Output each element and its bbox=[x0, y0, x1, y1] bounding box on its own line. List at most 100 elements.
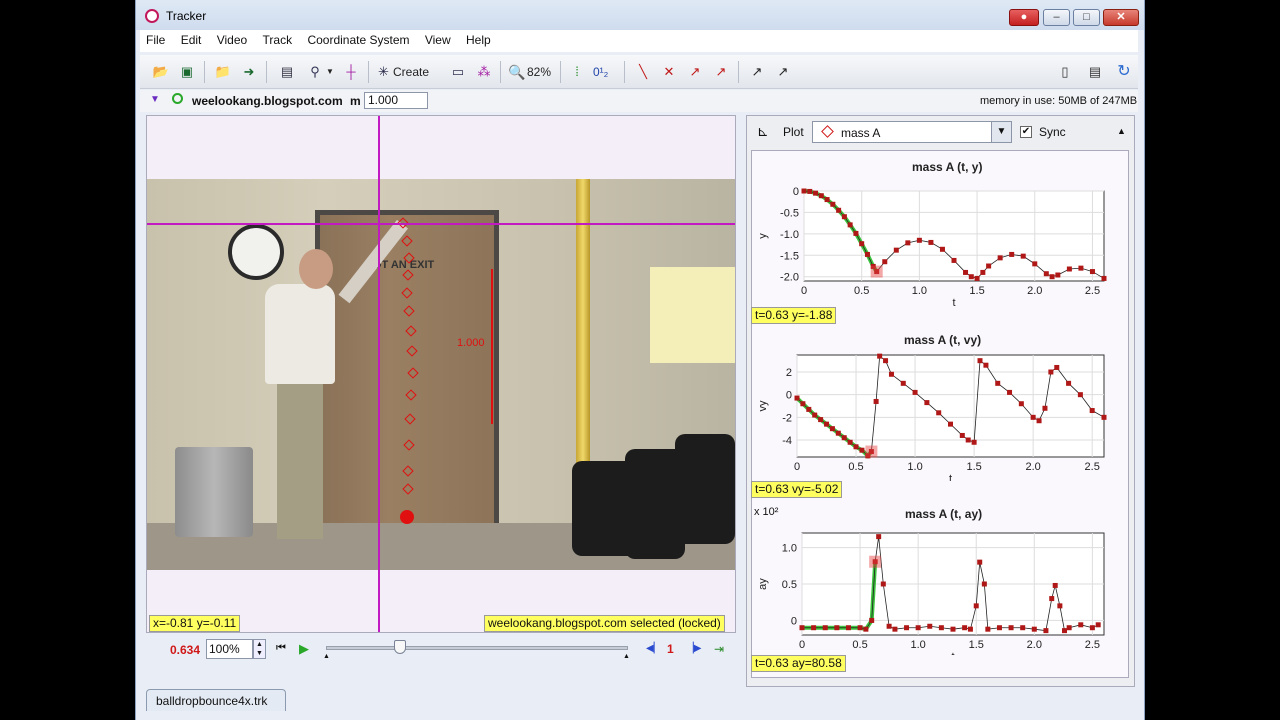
axes-icon[interactable]: ⚲ bbox=[306, 63, 324, 81]
plot-vy-vs-t[interactable]: 0 0.5 1.0 1.5 2.0 2.5 2 0 -2 -4 t vy bbox=[752, 349, 1128, 481]
track-dropdown-icon[interactable]: ▼ bbox=[150, 94, 160, 105]
zoom-input[interactable]: 100% bbox=[206, 639, 253, 659]
plot-toolbar: ⊾ Plot mass A ▼ ✔ Sync ▲ bbox=[747, 118, 1136, 146]
video-slider[interactable] bbox=[326, 646, 628, 650]
plot-y-vs-t[interactable]: 0 0.5 1.0 1.5 2.0 2.5 0 -0.5 -1.0 -1.5 -2.0 t y bbox=[752, 177, 1128, 307]
maximize-button[interactable]: □ bbox=[1073, 9, 1100, 26]
y-tick-label: 0 bbox=[793, 186, 799, 198]
refresh-icon[interactable]: ↻ bbox=[1115, 63, 1133, 81]
mass-label: m bbox=[350, 94, 361, 108]
playback-bar: 0.634 100% ▲ ▼ ⏮ ▶ ▲ ▲ ◀▏ 1 ▕▶ ⇥ bbox=[146, 636, 736, 664]
axes-dropdown-icon[interactable]: ▼ bbox=[326, 63, 334, 81]
data-point bbox=[812, 412, 818, 418]
import-icon[interactable]: ➜ bbox=[240, 63, 258, 81]
data-point bbox=[962, 625, 968, 631]
sync-checkbox[interactable]: ✔ bbox=[1020, 126, 1032, 138]
plot-axes-icon[interactable]: ⊾ bbox=[757, 123, 769, 140]
time-readout[interactable]: 0.634 bbox=[170, 643, 200, 657]
menu-video[interactable]: Video bbox=[211, 30, 253, 47]
video-frame[interactable]: NOT AN EXIT 1.000 bbox=[147, 179, 735, 570]
start-marker-icon[interactable]: ▲ bbox=[323, 653, 330, 660]
data-point bbox=[813, 190, 819, 196]
record-icon[interactable]: ● bbox=[1009, 9, 1039, 26]
x-tick-label: 1.0 bbox=[911, 639, 926, 651]
end-marker-icon[interactable]: ▲ bbox=[623, 653, 630, 660]
menu-file[interactable]: File bbox=[140, 30, 171, 47]
data-point bbox=[995, 380, 1001, 386]
loop-icon[interactable]: ⇥ bbox=[714, 642, 724, 656]
zoom-level[interactable]: 82% bbox=[527, 63, 551, 81]
file-tab[interactable]: balldropbounce4x.trk bbox=[146, 689, 286, 711]
plot-track-select[interactable]: mass A ▼ bbox=[812, 121, 1012, 143]
acceleration-icon[interactable]: ↗ bbox=[712, 63, 730, 81]
plot-area bbox=[796, 354, 1105, 458]
clip-settings-icon[interactable]: ▤ bbox=[278, 63, 296, 81]
x-tick-label: 0 bbox=[794, 461, 800, 473]
menu-coordinate-system[interactable]: Coordinate System bbox=[301, 30, 415, 47]
data-point bbox=[948, 421, 953, 427]
step-back-icon[interactable]: ◀▏ bbox=[646, 643, 661, 654]
y-axis-line[interactable] bbox=[378, 116, 380, 632]
plot-ay-vs-t[interactable]: 0 0.5 1.0 1.5 2.0 2.5 1.0 0.5 0 t ay bbox=[752, 523, 1128, 655]
menu-view[interactable]: View bbox=[419, 30, 457, 47]
collapse-icon[interactable]: ▲ bbox=[1117, 126, 1126, 136]
play-icon[interactable]: ▶ bbox=[299, 641, 309, 657]
title-bar: Tracker ● – □ ✕ bbox=[136, 0, 1144, 30]
x-axis-label: t bbox=[952, 297, 955, 307]
minimize-button[interactable]: – bbox=[1043, 9, 1070, 26]
step-size[interactable]: 1 bbox=[667, 642, 674, 656]
data-point bbox=[1078, 265, 1084, 271]
data-point bbox=[1095, 622, 1101, 628]
menu-help[interactable]: Help bbox=[460, 30, 497, 47]
data-point bbox=[986, 263, 992, 269]
data-point bbox=[811, 625, 817, 631]
x-tick-label: 2.5 bbox=[1085, 639, 1100, 651]
reset-icon[interactable]: ⏮ bbox=[276, 642, 286, 655]
data-point bbox=[928, 239, 934, 245]
velocity-icon[interactable]: ↗ bbox=[686, 63, 704, 81]
memory-status[interactable]: memory in use: 50MB of 247MB bbox=[980, 95, 1137, 107]
menu-edit[interactable]: Edit bbox=[175, 30, 208, 47]
create-button[interactable]: Create bbox=[393, 63, 429, 81]
momentum-icon[interactable]: ↗ bbox=[774, 63, 792, 81]
calibration-icon[interactable]: ┼ bbox=[342, 63, 360, 81]
info-icon[interactable]: ▤ bbox=[1086, 63, 1104, 81]
slider-thumb[interactable] bbox=[394, 640, 406, 654]
data-point bbox=[985, 626, 991, 632]
data-point bbox=[1049, 596, 1055, 602]
xmass-icon[interactable]: ↗ bbox=[748, 63, 766, 81]
open-folder-icon[interactable]: 📂 bbox=[152, 63, 170, 81]
save-icon[interactable]: ▣ bbox=[178, 63, 196, 81]
data-point bbox=[1066, 266, 1072, 272]
data-point bbox=[824, 421, 830, 427]
points-icon[interactable]: ⁞ bbox=[568, 63, 586, 81]
main-toolbar: 📂 ▣ 📁 ➜ ▤ ⚲ ▼ ┼ ✳ Create ▭ ⁂ 🔍 82% ⁞ 0¹₂… bbox=[140, 55, 1138, 89]
plot-button[interactable]: Plot bbox=[783, 125, 804, 139]
notes-icon[interactable]: ▯ bbox=[1056, 63, 1074, 81]
video-panel[interactable]: NOT AN EXIT 1.000 x=-0.81 y=-0.11 weeloo… bbox=[146, 115, 736, 633]
close-button[interactable]: ✕ bbox=[1103, 9, 1139, 26]
ball-marker[interactable] bbox=[400, 510, 414, 524]
step-forward-icon[interactable]: ▕▶ bbox=[686, 643, 701, 654]
mass-input[interactable]: 1.000 bbox=[364, 92, 428, 109]
calibration-stick[interactable] bbox=[491, 269, 493, 424]
coordinates-icon[interactable]: 0¹₂ bbox=[593, 63, 608, 81]
zoom-spinner[interactable]: ▲ ▼ bbox=[253, 639, 266, 659]
path-icon[interactable]: ╲ bbox=[634, 63, 652, 81]
marker-icon[interactable]: ⁂ bbox=[475, 63, 493, 81]
menu-bar: File Edit Video Track Coordinate System … bbox=[140, 30, 1138, 52]
position-icon[interactable]: ✕ bbox=[660, 63, 678, 81]
y-tick-label: 0 bbox=[786, 390, 792, 402]
trail-icon[interactable]: ▭ bbox=[449, 63, 467, 81]
data-point bbox=[806, 406, 812, 412]
calibration-length[interactable]: 1.000 bbox=[457, 337, 485, 349]
data-point bbox=[824, 197, 830, 203]
chevron-down-icon[interactable]: ▼ bbox=[991, 122, 1011, 142]
x-axis-line[interactable] bbox=[147, 223, 735, 225]
zoom-icon[interactable]: 🔍 bbox=[508, 63, 525, 81]
plot3-title: mass A (t, ay) bbox=[905, 507, 983, 521]
menu-track[interactable]: Track bbox=[257, 30, 299, 47]
data-point bbox=[822, 625, 828, 631]
selected-track-name[interactable]: weelookang.blogspot.com bbox=[192, 94, 343, 108]
open-video-icon[interactable]: 📁 bbox=[214, 63, 232, 81]
